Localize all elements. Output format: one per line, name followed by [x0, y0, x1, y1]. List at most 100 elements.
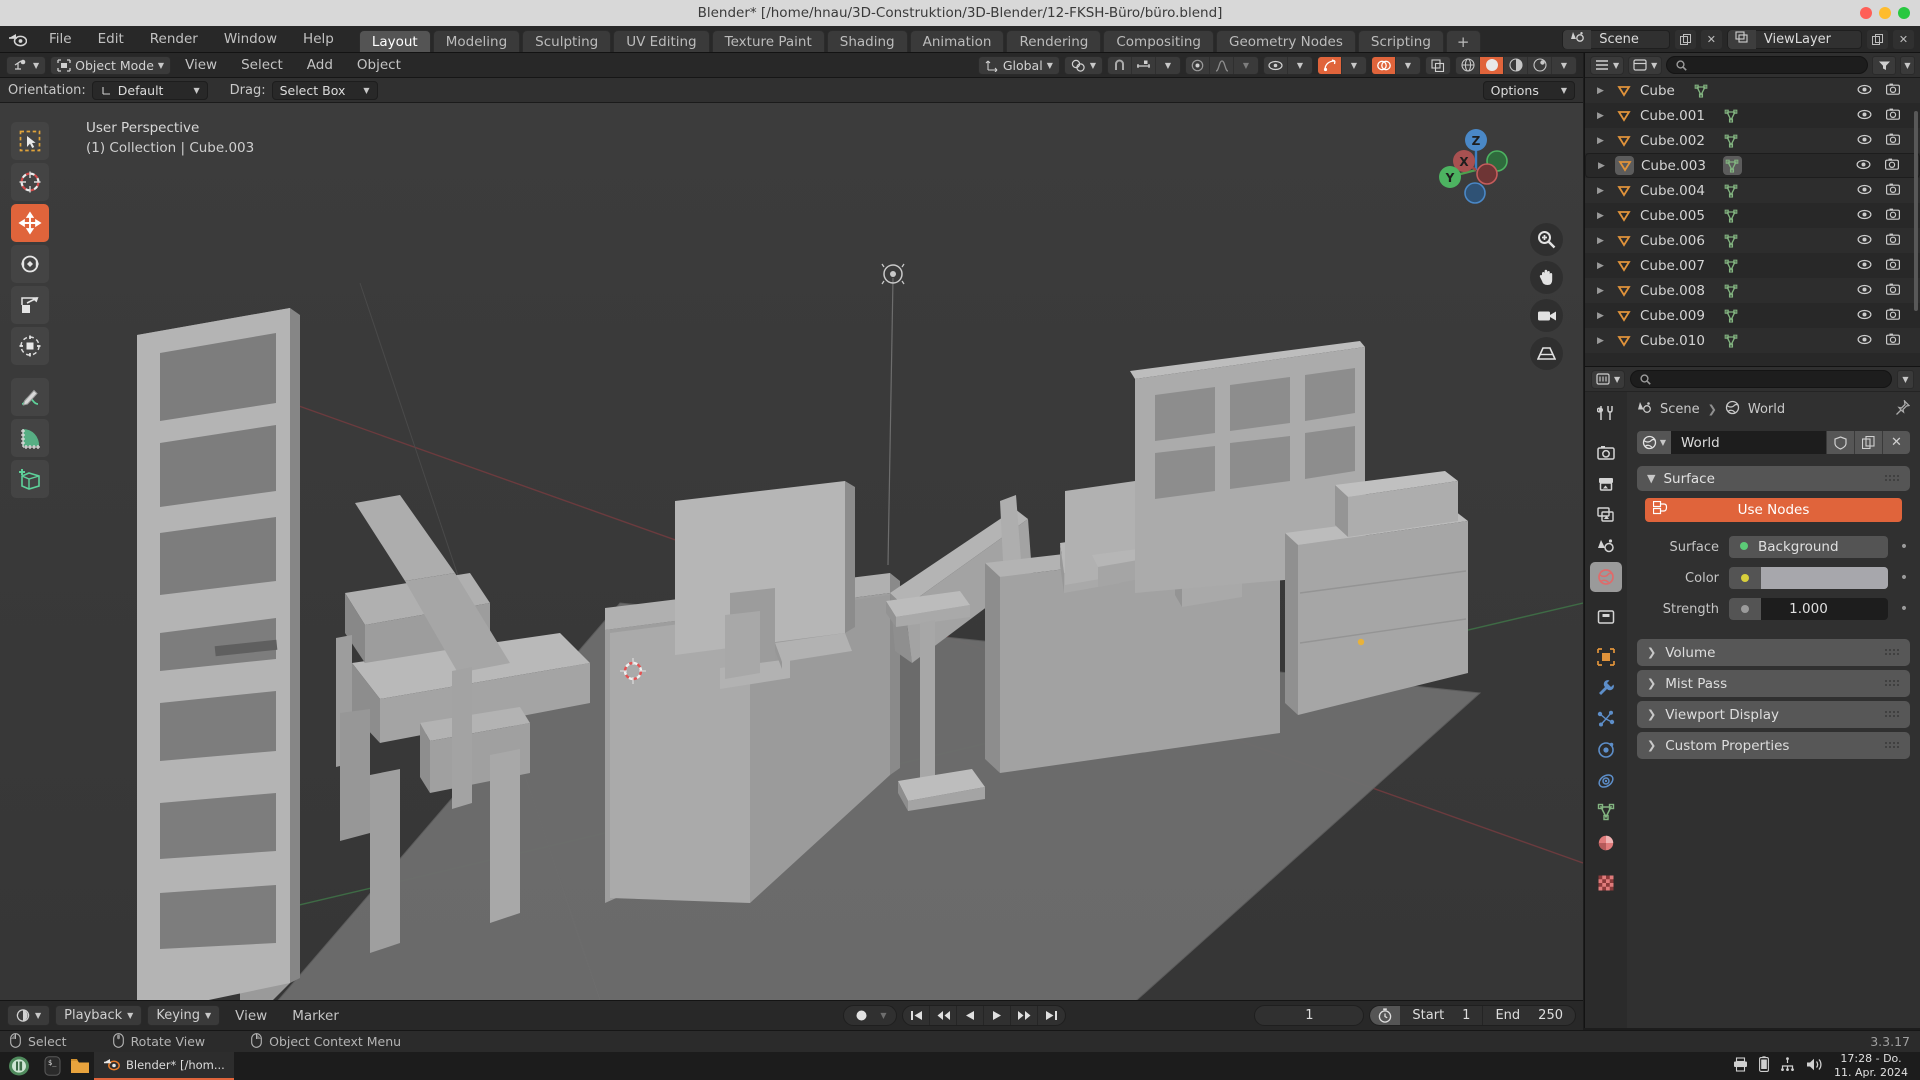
close-window-button[interactable]: [1860, 7, 1872, 19]
annotate-tool[interactable]: [11, 378, 49, 416]
outliner-item-cube-005[interactable]: ▶ Cube.005: [1585, 203, 1920, 228]
viewport-menu-select[interactable]: Select: [231, 53, 293, 78]
playback-menu[interactable]: Playback ▼: [55, 1005, 143, 1026]
outliner-search-input[interactable]: [1666, 56, 1868, 74]
use-nodes-button[interactable]: Use Nodes: [1645, 498, 1902, 522]
volume-icon[interactable]: [1806, 1057, 1823, 1076]
physics-tab[interactable]: [1590, 735, 1622, 765]
snap-target-icon[interactable]: [1132, 56, 1156, 74]
auto-keying-chevron-icon[interactable]: ▼: [874, 1011, 892, 1020]
transform-tool[interactable]: [11, 327, 49, 365]
workspace-tab-geometry-nodes[interactable]: Geometry Nodes: [1216, 30, 1356, 52]
properties-filter-chevron[interactable]: ▼: [1897, 369, 1914, 389]
menu-file[interactable]: File: [36, 26, 85, 53]
zoom-view-button[interactable]: [1530, 223, 1563, 256]
disable-in-renders-icon[interactable]: [1886, 183, 1901, 199]
material-preview-shading-icon[interactable]: [1504, 56, 1528, 74]
world-tab[interactable]: [1590, 562, 1622, 592]
material-tab[interactable]: [1590, 828, 1622, 858]
outliner-filter-button[interactable]: [1872, 55, 1896, 75]
breadcrumb-scene[interactable]: Scene: [1660, 402, 1700, 417]
network-icon[interactable]: [1780, 1057, 1795, 1075]
overlays-chevron-icon[interactable]: ▼: [1396, 57, 1420, 74]
surface-shader-dropdown[interactable]: Background: [1729, 536, 1888, 558]
jump-to-next-keyframe-button[interactable]: [1011, 1006, 1039, 1025]
blender-logo-icon[interactable]: [0, 26, 34, 52]
new-scene-button[interactable]: [1674, 29, 1696, 49]
disable-in-renders-icon[interactable]: [1886, 108, 1901, 124]
move-view-button[interactable]: [1530, 261, 1563, 294]
drag-handle-icon[interactable]: [1884, 471, 1900, 487]
cursor-tool[interactable]: [11, 163, 49, 201]
animate-property-dot[interactable]: •: [1898, 601, 1910, 617]
viewport-options-button[interactable]: Options ▼: [1482, 80, 1575, 100]
terminal-icon[interactable]: $_: [38, 1052, 66, 1080]
hide-in-viewport-icon[interactable]: [1857, 133, 1872, 149]
gizmo-chevron-icon[interactable]: ▼: [1342, 57, 1366, 74]
outliner-item-cube-001[interactable]: ▶ Cube.001: [1585, 103, 1920, 128]
volume-panel-header[interactable]: ❯ Volume: [1637, 639, 1910, 666]
properties-editor-type-button[interactable]: ▼: [1591, 369, 1626, 389]
pin-icon[interactable]: [1895, 399, 1911, 419]
editor-type-button[interactable]: ▼: [6, 55, 47, 75]
workspace-tab-uv-editing[interactable]: UV Editing: [613, 30, 710, 52]
pivot-point-selector[interactable]: ▼: [1063, 55, 1103, 75]
menu-edit[interactable]: Edit: [85, 26, 137, 53]
animate-property-dot[interactable]: •: [1898, 539, 1910, 555]
interaction-mode-selector[interactable]: Object Mode ▼: [50, 55, 172, 75]
visibility-chevron-icon[interactable]: ▼: [1288, 57, 1312, 74]
world-name-field[interactable]: World: [1671, 431, 1826, 454]
hide-in-viewport-icon[interactable]: [1857, 308, 1872, 324]
measure-tool[interactable]: [11, 419, 49, 457]
constraints-tab[interactable]: [1590, 766, 1622, 796]
new-viewlayer-button[interactable]: [1867, 29, 1888, 49]
particles-tab[interactable]: [1590, 704, 1622, 734]
move-tool[interactable]: [11, 204, 49, 242]
disable-in-renders-icon[interactable]: [1886, 83, 1901, 99]
hide-in-viewport-icon[interactable]: [1857, 283, 1872, 299]
start-menu-button[interactable]: [0, 1052, 38, 1080]
view-layer-tab[interactable]: [1590, 500, 1622, 530]
workspace-tab-scripting[interactable]: Scripting: [1357, 30, 1444, 52]
modifier-tab[interactable]: [1590, 673, 1622, 703]
snap-chevron-icon[interactable]: ▼: [1156, 57, 1180, 74]
color-swatch[interactable]: [1761, 567, 1888, 589]
new-world-button[interactable]: [1854, 431, 1882, 454]
output-tab[interactable]: [1590, 469, 1622, 499]
disable-in-renders-icon[interactable]: [1886, 133, 1901, 149]
viewport-menu-add[interactable]: Add: [297, 53, 343, 78]
viewport-navigation-gizmo[interactable]: Z X Y: [1425, 121, 1511, 207]
wireframe-shading-icon[interactable]: [1456, 56, 1480, 74]
outliner-display-mode-button[interactable]: ▼: [1628, 55, 1663, 75]
falloff-curve-icon[interactable]: [1210, 56, 1234, 74]
add-cube-tool[interactable]: [11, 460, 49, 498]
toggle-camera-view-button[interactable]: [1530, 299, 1563, 332]
expand-triangle-icon[interactable]: ▶: [1597, 136, 1607, 146]
object-visibility-icon[interactable]: [1264, 56, 1288, 74]
menu-help[interactable]: Help: [290, 26, 347, 53]
expand-triangle-icon[interactable]: ▶: [1597, 336, 1607, 346]
outliner-item-cube-008[interactable]: ▶ Cube.008: [1585, 278, 1920, 303]
timeline-menu-marker[interactable]: Marker: [282, 1001, 349, 1031]
drag-handle-icon[interactable]: [1884, 645, 1900, 661]
custom-properties-panel-header[interactable]: ❯ Custom Properties: [1637, 732, 1910, 759]
outliner-item-cube-006[interactable]: ▶ Cube.006: [1585, 228, 1920, 253]
disable-in-renders-icon[interactable]: [1886, 283, 1901, 299]
viewlayer-selector[interactable]: ViewLayer: [1726, 29, 1862, 49]
menu-render[interactable]: Render: [137, 26, 211, 53]
use-preview-range-icon[interactable]: [1370, 1006, 1401, 1025]
texture-tab[interactable]: [1590, 868, 1622, 898]
maximize-window-button[interactable]: [1898, 7, 1910, 19]
outliner-item-cube-007[interactable]: ▶ Cube.007: [1585, 253, 1920, 278]
hide-in-viewport-icon[interactable]: [1857, 333, 1872, 349]
breadcrumb-world[interactable]: World: [1748, 402, 1785, 417]
printer-icon[interactable]: [1733, 1056, 1748, 1076]
start-frame-field[interactable]: Start 1: [1400, 1006, 1484, 1025]
show-overlays-icon[interactable]: [1372, 56, 1396, 74]
expand-triangle-icon[interactable]: ▶: [1597, 111, 1607, 121]
menu-window[interactable]: Window: [211, 26, 290, 53]
expand-triangle-icon[interactable]: ▶: [1597, 211, 1607, 221]
hide-in-viewport-icon[interactable]: [1857, 183, 1872, 199]
solid-shading-icon[interactable]: [1480, 56, 1504, 74]
mist-pass-panel-header[interactable]: ❯ Mist Pass: [1637, 670, 1910, 697]
